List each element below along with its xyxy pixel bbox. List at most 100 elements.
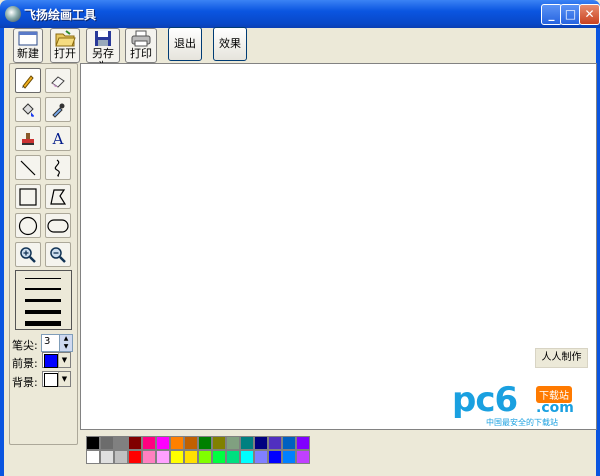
polygon-tool[interactable] <box>45 184 71 209</box>
ellipse-tool[interactable] <box>15 213 41 238</box>
stamp-tool[interactable] <box>15 126 41 151</box>
zoom-in-tool[interactable] <box>15 242 41 267</box>
line-width-option[interactable] <box>25 278 61 279</box>
watermark-brand: pc6 <box>452 380 518 420</box>
exit-button[interactable]: 退出 <box>168 27 202 61</box>
printer-icon <box>131 30 151 47</box>
line-tool[interactable] <box>15 155 41 180</box>
rounded-rect-tool[interactable] <box>45 213 71 238</box>
line-width-option[interactable] <box>25 310 61 314</box>
foreground-label: 前景: <box>12 357 38 370</box>
palette-swatch[interactable] <box>212 436 226 450</box>
line-width-selector[interactable] <box>15 270 72 330</box>
palette-swatch[interactable] <box>142 450 156 464</box>
background-label: 背景: <box>12 376 38 389</box>
palette-swatch[interactable] <box>226 436 240 450</box>
eraser-tool[interactable] <box>45 68 71 93</box>
palette-swatch[interactable] <box>114 436 128 450</box>
effects-button[interactable]: 效果 <box>213 27 247 61</box>
floppy-disk-icon <box>95 31 111 46</box>
new-label: 新建 <box>17 47 39 60</box>
palette-swatch[interactable] <box>282 450 296 464</box>
minimize-button[interactable]: _ <box>541 4 562 25</box>
new-icon <box>18 31 38 46</box>
palette-swatch[interactable] <box>226 450 240 464</box>
eyedropper-tool[interactable] <box>45 97 71 122</box>
text-tool[interactable]: A <box>45 126 71 151</box>
curve-icon <box>54 159 60 177</box>
palette-swatch[interactable] <box>240 450 254 464</box>
palette-swatch[interactable] <box>184 450 198 464</box>
zoom-out-icon <box>50 246 66 263</box>
pencil-icon <box>22 74 34 89</box>
line-icon <box>20 160 36 175</box>
open-button[interactable]: 打开 <box>50 28 80 63</box>
color-palette <box>80 430 595 470</box>
palette-swatch[interactable] <box>100 436 114 450</box>
palette-swatch[interactable] <box>296 436 310 450</box>
pen-size-value: 3 <box>44 336 51 347</box>
window-title: 飞扬绘画工具 <box>24 8 97 22</box>
close-button[interactable]: ✕ <box>579 4 600 25</box>
curve-tool[interactable] <box>45 155 71 180</box>
line-width-option[interactable] <box>25 321 61 326</box>
background-color-swatch <box>44 373 58 387</box>
palette-swatch[interactable] <box>86 450 100 464</box>
rectangle-icon <box>19 187 37 206</box>
palette-swatch[interactable] <box>86 436 100 450</box>
chevron-down-icon[interactable]: ▼ <box>58 372 70 386</box>
drawing-canvas[interactable] <box>80 63 597 430</box>
polygon-icon <box>50 188 67 205</box>
pen-size-stepper[interactable]: 3 ▲ ▼ <box>41 334 73 352</box>
window-frame-left <box>0 28 4 476</box>
background-color-picker[interactable]: ▼ <box>42 371 71 387</box>
palette-swatch[interactable] <box>156 450 170 464</box>
palette-swatch[interactable] <box>268 436 282 450</box>
palette-swatch[interactable] <box>212 450 226 464</box>
pen-size-spin-up[interactable]: ▲ <box>59 335 72 343</box>
palette-swatch[interactable] <box>128 450 142 464</box>
tool-panel: A 笔尖: 3 ▲ ▼ 前景: ▼ 背景: ▼ <box>9 63 78 445</box>
palette-swatch[interactable] <box>282 436 296 450</box>
palette-swatch[interactable] <box>198 450 212 464</box>
pencil-tool[interactable] <box>15 68 41 93</box>
palette-swatch[interactable] <box>128 436 142 450</box>
line-width-option[interactable] <box>25 299 61 302</box>
palette-swatch[interactable] <box>170 436 184 450</box>
palette-swatch[interactable] <box>114 450 128 464</box>
foreground-color-picker[interactable]: ▼ <box>42 352 71 368</box>
ellipse-icon <box>18 216 38 235</box>
text-icon: A <box>52 129 64 148</box>
save-as-button[interactable]: 另存为 <box>86 28 120 73</box>
palette-swatch[interactable] <box>184 436 198 450</box>
palette-swatch[interactable] <box>198 436 212 450</box>
palette-swatch[interactable] <box>296 450 310 464</box>
open-label: 打开 <box>54 47 76 60</box>
palette-swatch[interactable] <box>254 436 268 450</box>
watermark-domain: .com <box>536 400 574 416</box>
palette-swatch[interactable] <box>100 450 114 464</box>
maximize-button[interactable]: □ <box>560 4 581 25</box>
print-button[interactable]: 打印 <box>125 28 157 63</box>
print-label: 打印 <box>130 47 152 60</box>
palette-swatch[interactable] <box>156 436 170 450</box>
palette-swatch[interactable] <box>142 436 156 450</box>
title-bar: 飞扬绘画工具 _ □ ✕ <box>0 0 600 28</box>
chevron-down-icon[interactable]: ▼ <box>58 353 70 367</box>
new-button[interactable]: 新建 <box>13 28 43 63</box>
watermark-tagline: 中国最安全的下载站 <box>486 418 558 427</box>
line-width-option[interactable] <box>25 288 61 290</box>
stamp-icon <box>22 132 34 145</box>
palette-swatch[interactable] <box>240 436 254 450</box>
foreground-color-swatch <box>44 354 58 368</box>
fill-bucket-tool[interactable] <box>15 97 41 122</box>
palette-swatch[interactable] <box>268 450 282 464</box>
zoom-in-icon <box>20 246 36 263</box>
zoom-out-tool[interactable] <box>45 242 71 267</box>
credit-label: 人人制作 <box>535 348 588 368</box>
fill-bucket-icon <box>22 102 34 117</box>
rectangle-tool[interactable] <box>15 184 41 209</box>
palette-swatch[interactable] <box>170 450 184 464</box>
palette-swatch[interactable] <box>254 450 268 464</box>
pen-size-spin-down[interactable]: ▼ <box>59 343 72 351</box>
